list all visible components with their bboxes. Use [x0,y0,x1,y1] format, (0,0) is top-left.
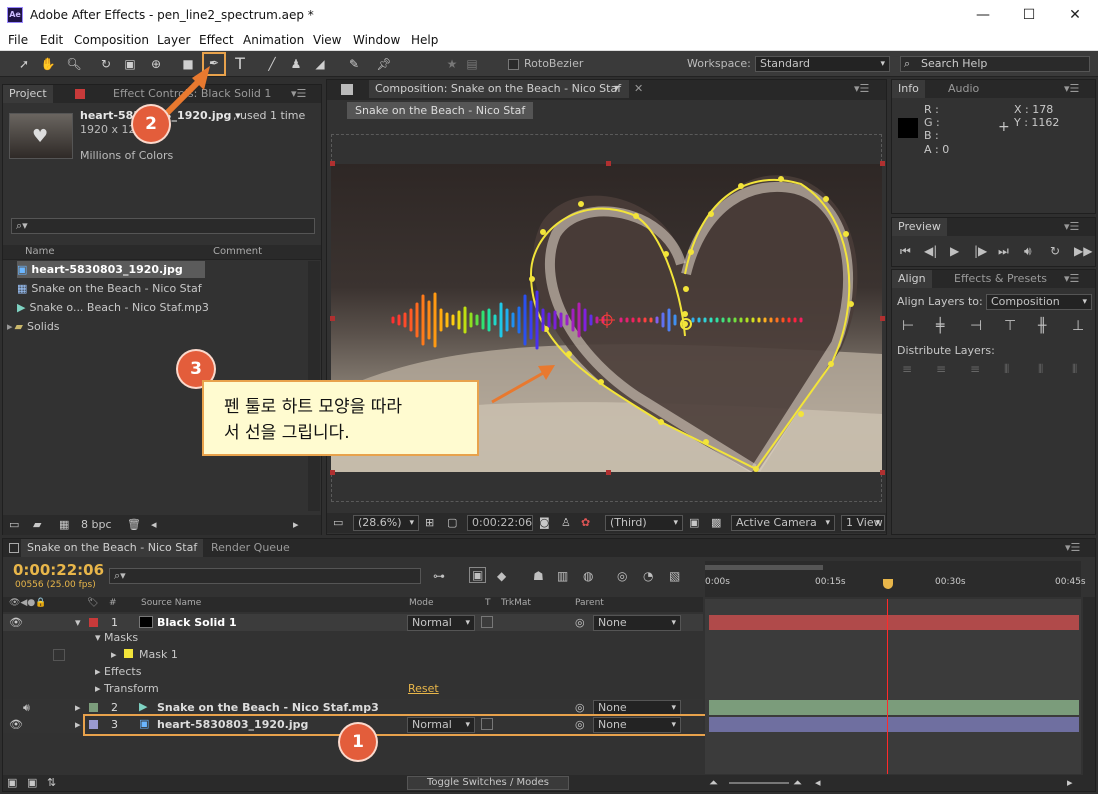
callout-line-2: 서 선을 그립니다. [224,423,350,443]
callout-line-1: 펜 툴로 하트 모양을 따라 [224,397,403,417]
instruction-callout: 펜 툴로 하트 모양을 따라 서 선을 그립니다. [202,380,479,456]
step-badge-2: 2 [133,106,169,142]
step-badge-1: 1 [340,724,376,760]
